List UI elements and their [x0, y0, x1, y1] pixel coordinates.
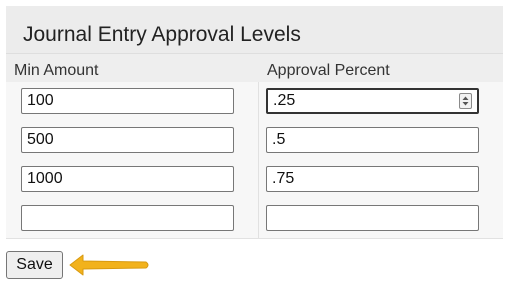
approval-percent-field[interactable]: .25	[266, 88, 479, 114]
min-amount-field[interactable]: 500	[21, 127, 234, 153]
approval-percent-value: .25	[273, 92, 296, 109]
column-divider	[258, 121, 259, 160]
column-divider	[258, 82, 259, 121]
min-amount-field[interactable]: 1000	[21, 166, 234, 192]
min-amount-field[interactable]	[21, 205, 234, 231]
min-amount-field[interactable]: 100	[21, 88, 234, 114]
table-row: 100 .25	[6, 82, 503, 122]
column-header-min-amount: Min Amount	[14, 62, 99, 79]
page-title: Journal Entry Approval Levels	[23, 23, 301, 46]
save-button[interactable]: Save	[6, 251, 63, 279]
table-row: 500 .5	[6, 121, 503, 161]
approval-percent-field[interactable]: .5	[266, 127, 479, 153]
column-divider	[258, 160, 259, 199]
approval-percent-field[interactable]: .75	[266, 166, 479, 192]
approval-percent-field[interactable]	[266, 205, 479, 231]
column-divider	[258, 199, 259, 238]
table-row	[6, 199, 503, 239]
spinner-icon[interactable]	[459, 93, 472, 109]
table-row: 1000 .75	[6, 160, 503, 200]
column-header-approval-percent: Approval Percent	[267, 62, 390, 79]
arrow-left-icon	[69, 254, 149, 276]
